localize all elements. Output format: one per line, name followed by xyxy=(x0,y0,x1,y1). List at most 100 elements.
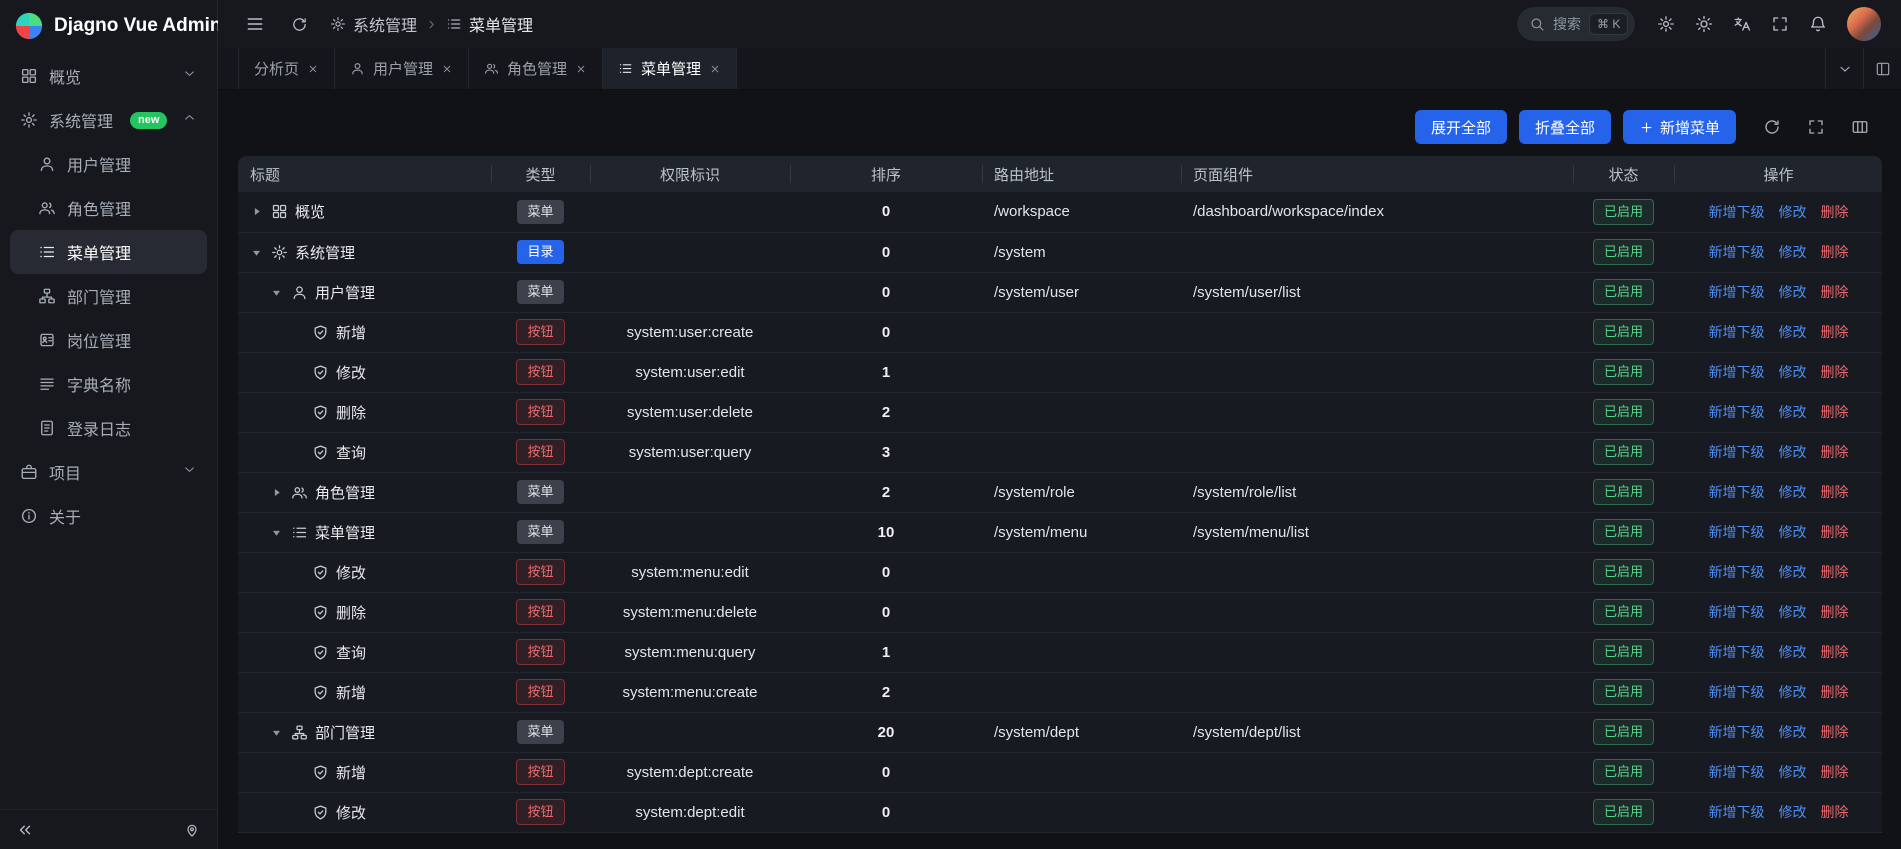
action-add-child[interactable]: 新增下级 xyxy=(1709,602,1765,622)
action-delete[interactable]: 删除 xyxy=(1821,402,1849,422)
action-delete[interactable]: 删除 xyxy=(1821,522,1849,542)
caret-down-icon[interactable] xyxy=(270,526,284,539)
sidebar-item-login-log[interactable]: 登录日志 xyxy=(10,406,207,450)
avatar[interactable] xyxy=(1847,7,1881,41)
action-delete[interactable]: 删除 xyxy=(1821,762,1849,782)
action-delete[interactable]: 删除 xyxy=(1821,802,1849,822)
action-edit[interactable]: 修改 xyxy=(1779,562,1807,582)
action-delete[interactable]: 删除 xyxy=(1821,642,1849,662)
type-badge: 按钮 xyxy=(516,319,564,345)
add-menu-button[interactable]: 新增菜单 xyxy=(1623,110,1736,144)
breadcrumb-item-system[interactable]: 系统管理 xyxy=(330,12,417,36)
hamburger-icon[interactable] xyxy=(238,7,272,41)
action-edit[interactable]: 修改 xyxy=(1779,602,1807,622)
action-edit[interactable]: 修改 xyxy=(1779,642,1807,662)
action-delete[interactable]: 删除 xyxy=(1821,722,1849,742)
action-edit[interactable]: 修改 xyxy=(1779,202,1807,222)
action-add-child[interactable]: 新增下级 xyxy=(1709,362,1765,382)
fullscreen-icon[interactable] xyxy=(1800,111,1832,143)
sidebar-item-positions[interactable]: 岗位管理 xyxy=(10,318,207,362)
sun-icon[interactable] xyxy=(1687,7,1721,41)
sidebar-item-roles[interactable]: 角色管理 xyxy=(10,186,207,230)
action-edit[interactable]: 修改 xyxy=(1779,242,1807,262)
action-add-child[interactable]: 新增下级 xyxy=(1709,682,1765,702)
action-delete[interactable]: 删除 xyxy=(1821,442,1849,462)
action-delete[interactable]: 删除 xyxy=(1821,322,1849,342)
action-edit[interactable]: 修改 xyxy=(1779,482,1807,502)
action-edit[interactable]: 修改 xyxy=(1779,282,1807,302)
action-delete[interactable]: 删除 xyxy=(1821,682,1849,702)
chevron-down-icon[interactable] xyxy=(1825,48,1863,89)
close-icon[interactable] xyxy=(441,63,453,75)
action-delete[interactable]: 删除 xyxy=(1821,242,1849,262)
sidebar-item-project[interactable]: 项目 xyxy=(10,450,207,494)
action-edit[interactable]: 修改 xyxy=(1779,442,1807,462)
action-delete[interactable]: 删除 xyxy=(1821,562,1849,582)
action-add-child[interactable]: 新增下级 xyxy=(1709,722,1765,742)
action-edit[interactable]: 修改 xyxy=(1779,322,1807,342)
action-add-child[interactable]: 新增下级 xyxy=(1709,242,1765,262)
sidebar-item-dictionary[interactable]: 字典名称 xyxy=(10,362,207,406)
tab-analytics[interactable]: 分析页 xyxy=(239,48,335,89)
action-edit[interactable]: 修改 xyxy=(1779,722,1807,742)
action-edit[interactable]: 修改 xyxy=(1779,402,1807,422)
close-icon[interactable] xyxy=(575,63,587,75)
action-add-child[interactable]: 新增下级 xyxy=(1709,562,1765,582)
tab-menus[interactable]: 菜单管理 xyxy=(603,48,737,89)
action-delete[interactable]: 删除 xyxy=(1821,362,1849,382)
action-add-child[interactable]: 新增下级 xyxy=(1709,802,1765,822)
sidebar-item-label: 用户管理 xyxy=(67,152,131,176)
action-edit[interactable]: 修改 xyxy=(1779,682,1807,702)
tab-roles[interactable]: 角色管理 xyxy=(469,48,603,89)
refresh-icon[interactable] xyxy=(1756,111,1788,143)
app-logo[interactable]: Djagno Vue Admin xyxy=(0,0,217,52)
close-icon[interactable] xyxy=(307,63,319,75)
close-icon[interactable] xyxy=(709,63,721,75)
caret-down-icon[interactable] xyxy=(270,726,284,739)
action-edit[interactable]: 修改 xyxy=(1779,802,1807,822)
tab-users[interactable]: 用户管理 xyxy=(335,48,469,89)
action-edit[interactable]: 修改 xyxy=(1779,762,1807,782)
action-add-child[interactable]: 新增下级 xyxy=(1709,522,1765,542)
sidebar-item-departments[interactable]: 部门管理 xyxy=(10,274,207,318)
caret-down-icon[interactable] xyxy=(250,246,264,259)
search-input[interactable]: 搜索 ⌘ K xyxy=(1517,7,1635,41)
action-add-child[interactable]: 新增下级 xyxy=(1709,442,1765,462)
gear-icon[interactable] xyxy=(1649,7,1683,41)
order-label: 0 xyxy=(882,804,890,821)
columns-icon[interactable] xyxy=(1844,111,1876,143)
action-add-child[interactable]: 新增下级 xyxy=(1709,282,1765,302)
caret-right-icon[interactable] xyxy=(250,205,264,218)
sidebar-item-overview[interactable]: 概览 xyxy=(10,54,207,98)
action-add-child[interactable]: 新增下级 xyxy=(1709,202,1765,222)
action-add-child[interactable]: 新增下级 xyxy=(1709,762,1765,782)
action-delete[interactable]: 删除 xyxy=(1821,602,1849,622)
action-add-child[interactable]: 新增下级 xyxy=(1709,482,1765,502)
layout-icon[interactable] xyxy=(1863,48,1901,89)
sidebar-item-system[interactable]: 系统管理new xyxy=(10,98,207,142)
caret-down-icon[interactable] xyxy=(270,286,284,299)
action-add-child[interactable]: 新增下级 xyxy=(1709,402,1765,422)
action-delete[interactable]: 删除 xyxy=(1821,482,1849,502)
expand-all-button[interactable]: 展开全部 xyxy=(1415,110,1507,144)
action-edit[interactable]: 修改 xyxy=(1779,362,1807,382)
action-edit[interactable]: 修改 xyxy=(1779,522,1807,542)
translate-icon[interactable] xyxy=(1725,7,1759,41)
caret-right-icon[interactable] xyxy=(270,486,284,499)
action-delete[interactable]: 删除 xyxy=(1821,282,1849,302)
bell-icon[interactable] xyxy=(1801,7,1835,41)
route-path: /system/role xyxy=(994,484,1075,501)
collapse-all-button[interactable]: 折叠全部 xyxy=(1519,110,1611,144)
tab-label: 角色管理 xyxy=(507,58,567,79)
pin-icon[interactable] xyxy=(177,815,207,845)
sidebar-item-users[interactable]: 用户管理 xyxy=(10,142,207,186)
sidebar-item-menus[interactable]: 菜单管理 xyxy=(10,230,207,274)
action-add-child[interactable]: 新增下级 xyxy=(1709,642,1765,662)
action-delete[interactable]: 删除 xyxy=(1821,202,1849,222)
action-add-child[interactable]: 新增下级 xyxy=(1709,322,1765,342)
sidebar-item-about[interactable]: 关于 xyxy=(10,494,207,538)
breadcrumb-item-menu[interactable]: 菜单管理 xyxy=(446,12,533,36)
collapse-sidebar-icon[interactable] xyxy=(10,815,40,845)
refresh-icon[interactable] xyxy=(282,7,316,41)
fullscreen-icon[interactable] xyxy=(1763,7,1797,41)
